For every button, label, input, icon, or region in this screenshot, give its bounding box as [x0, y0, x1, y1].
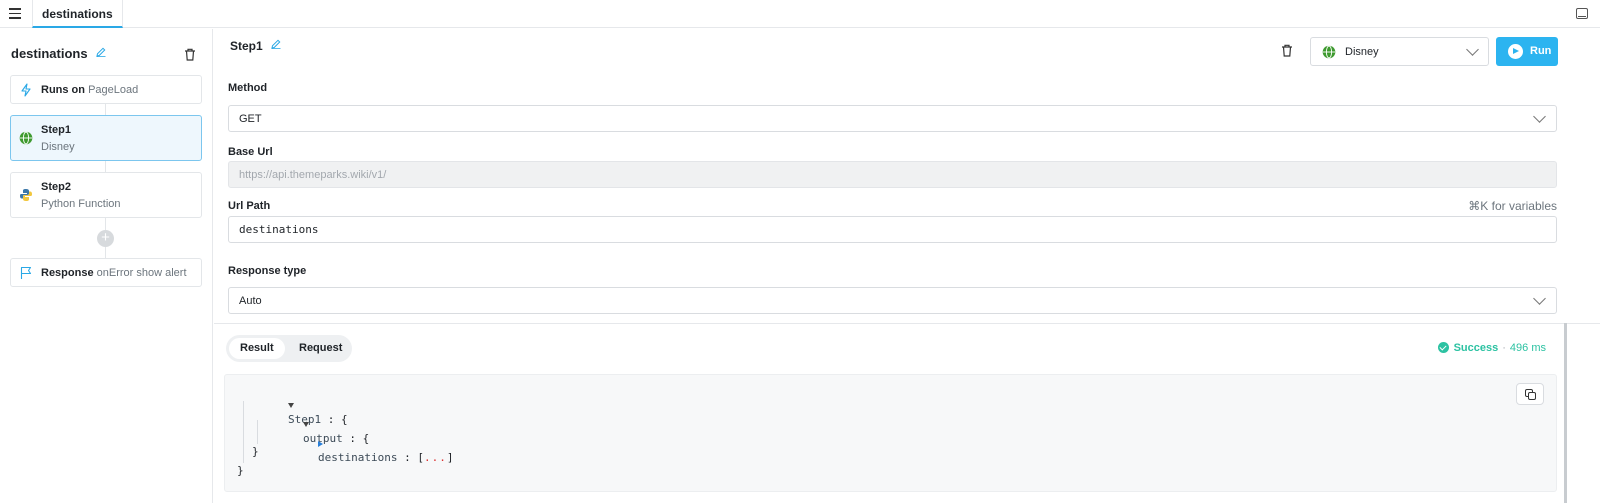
delete-step-trash-icon[interactable]	[1281, 44, 1293, 57]
datasource-value: Disney	[1345, 46, 1379, 58]
response-type-value: Auto	[239, 295, 262, 307]
close-bracket: ]	[446, 451, 454, 464]
tab-destinations[interactable]: destinations	[32, 0, 123, 28]
variables-hint: ⌘K for variables	[1468, 199, 1557, 213]
datasource-select[interactable]: Disney	[1310, 37, 1489, 66]
edit-pencil-icon[interactable]	[271, 39, 281, 49]
hamburger-menu-icon[interactable]	[9, 8, 21, 19]
run-label: Run	[1530, 45, 1552, 57]
response-card[interactable]: Response onError show alert	[10, 258, 202, 287]
step-card-step1[interactable]: Step1 Disney	[10, 115, 202, 161]
trigger-value: PageLoad	[88, 84, 139, 96]
tree-node-destinations[interactable]: destinations : [...]	[265, 425, 453, 477]
success-check-icon	[1437, 342, 1449, 353]
tab-result[interactable]: Result	[229, 338, 285, 359]
base-url-label: Base Url	[228, 146, 273, 158]
toggle-panel-icon[interactable]	[1576, 8, 1588, 19]
trigger-label: Runs on	[41, 84, 85, 96]
lightning-icon	[21, 83, 31, 97]
response-text: Response onError show alert	[41, 267, 187, 279]
chevron-down-icon	[1533, 110, 1546, 123]
run-button[interactable]: Run	[1496, 37, 1558, 66]
flow-connector	[105, 161, 106, 172]
expand-triangle-icon[interactable]	[317, 441, 323, 447]
copy-button[interactable]	[1516, 383, 1544, 405]
chevron-down-icon	[1466, 43, 1479, 56]
leaf-key: destinations	[317, 451, 398, 464]
base-url-value: https://api.themeparks.wiki/v1/	[239, 169, 387, 181]
flag-icon	[20, 266, 32, 279]
collapsed-ellipsis[interactable]: ...	[424, 451, 447, 464]
response-type-label: Response type	[228, 265, 307, 277]
flow-connector	[105, 104, 106, 115]
run-status: Success · 496 ms	[1437, 342, 1546, 354]
add-step-button[interactable]: +	[97, 230, 114, 247]
method-value: GET	[239, 113, 262, 125]
delete-query-trash-icon[interactable]	[184, 48, 196, 61]
response-value: onError show alert	[96, 267, 187, 279]
root-close-brace: }	[237, 464, 244, 477]
step2-subtitle: Python Function	[41, 198, 121, 210]
url-path-input[interactable]: destinations	[228, 216, 1557, 243]
python-icon	[20, 189, 32, 201]
url-path-value: destinations	[239, 223, 319, 236]
query-title: destinations	[11, 46, 106, 61]
query-sidebar: destinations Runs on PageLoad Step1 Disn…	[0, 29, 213, 503]
response-type-select[interactable]: Auto	[228, 287, 1557, 314]
status-separator: ·	[1502, 342, 1506, 354]
trigger-card[interactable]: Runs on PageLoad	[10, 75, 202, 104]
step-title: Step1	[230, 39, 281, 53]
play-icon	[1508, 44, 1523, 59]
chevron-down-icon	[1533, 292, 1546, 305]
json-viewer: Step1 : { output : { destinations : [...…	[224, 374, 1557, 492]
response-label: Response	[41, 267, 94, 279]
tab-request[interactable]: Request	[288, 338, 353, 359]
results-panel: Result Request Success · 496 ms Step1 : { …	[214, 323, 1600, 503]
duration-text: 496 ms	[1509, 342, 1546, 354]
globe-icon	[1322, 45, 1336, 59]
trigger-text: Runs on PageLoad	[41, 84, 138, 96]
status-text: Success	[1453, 342, 1499, 354]
copy-icon-front	[1528, 392, 1536, 400]
open-bracket: [	[417, 451, 424, 464]
step-card-step2[interactable]: Step2 Python Function	[10, 172, 202, 218]
step1-name: Step1	[41, 124, 71, 136]
method-label: Method	[228, 82, 268, 94]
step-editor: Step1 Disney Run Method GET Base Url htt…	[214, 29, 1600, 503]
colon: :	[397, 451, 418, 464]
step-name: Step1	[230, 39, 263, 53]
step1-subtitle: Disney	[41, 141, 75, 153]
url-path-label: Url Path	[228, 200, 271, 212]
globe-icon	[19, 131, 33, 145]
scrollbar[interactable]	[1564, 323, 1567, 503]
query-name: destinations	[11, 46, 88, 61]
method-select[interactable]: GET	[228, 105, 1557, 132]
edit-pencil-icon[interactable]	[96, 47, 106, 57]
base-url-field: https://api.themeparks.wiki/v1/	[228, 161, 1557, 188]
result-request-toggle: Result Request	[226, 335, 352, 362]
top-bar: destinations	[0, 0, 1600, 28]
flow-connector	[105, 247, 106, 258]
step2-name: Step2	[41, 181, 71, 193]
output-close-brace: }	[252, 445, 259, 458]
